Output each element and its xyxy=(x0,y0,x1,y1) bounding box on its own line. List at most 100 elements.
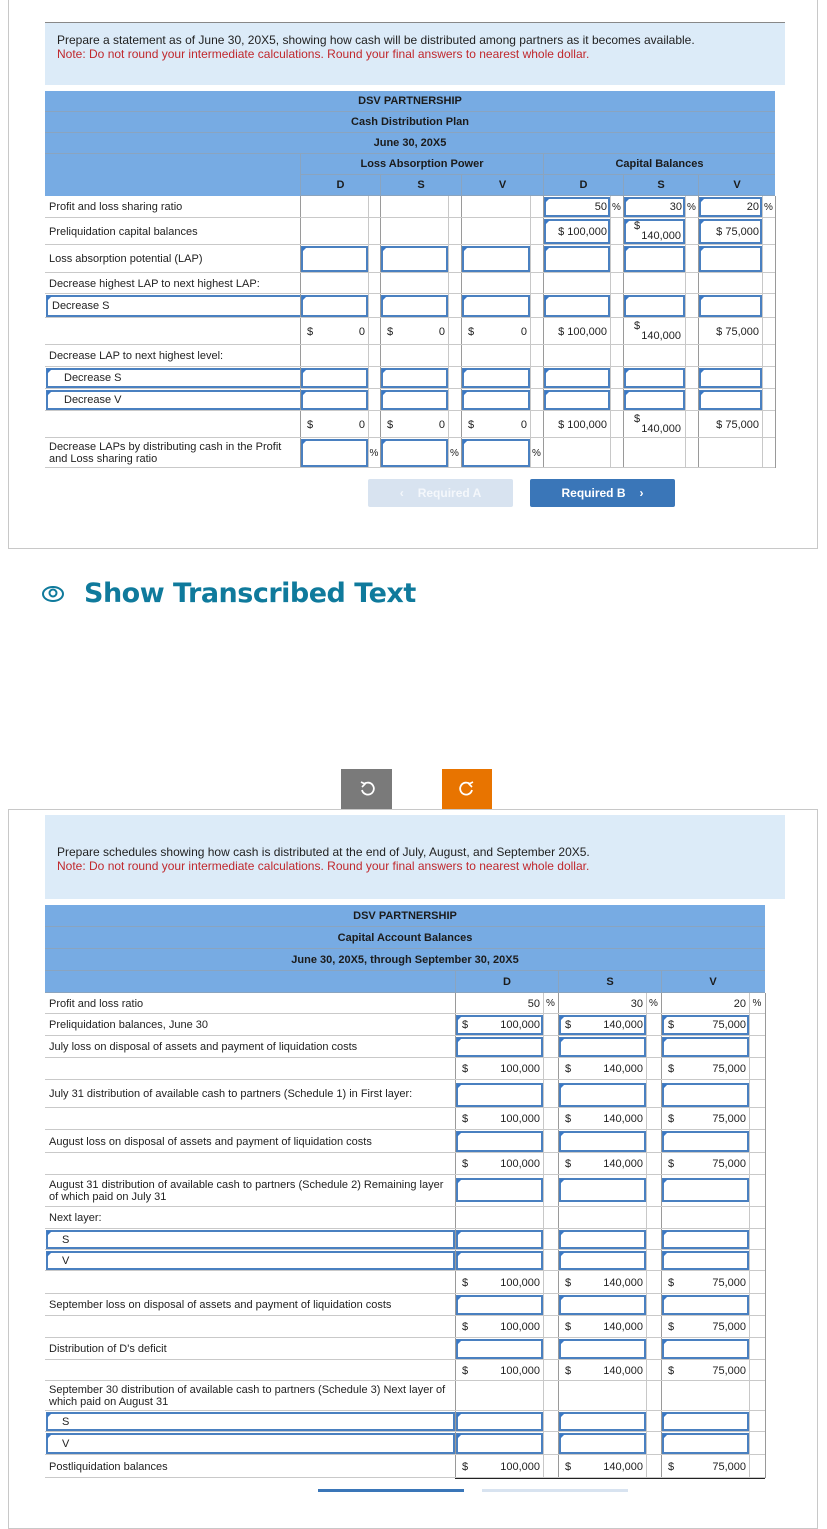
row-label-select[interactable]: Decrease S xyxy=(46,368,300,388)
amount-input[interactable] xyxy=(544,295,610,317)
amount-text: 20 xyxy=(746,201,759,213)
amount-input[interactable] xyxy=(456,1251,543,1270)
amount-input[interactable] xyxy=(699,295,762,317)
redo-button[interactable] xyxy=(442,769,492,809)
currency-symbol: $ xyxy=(462,1321,469,1333)
undo-button[interactable] xyxy=(341,769,392,809)
amount-value: $100,000 xyxy=(456,1058,543,1080)
amount-input[interactable] xyxy=(559,1339,646,1359)
required-b-button[interactable]: Required B › xyxy=(530,479,675,507)
amount-input[interactable] xyxy=(662,1251,749,1270)
amount-value: $100,000 xyxy=(456,1108,543,1130)
amount-input[interactable] xyxy=(559,1433,646,1454)
scroll-indicator[interactable] xyxy=(482,1489,628,1492)
row-label xyxy=(45,1108,455,1130)
amount-input[interactable] xyxy=(559,1131,646,1152)
amount-value: $100,000 xyxy=(456,1360,543,1381)
amount-input[interactable] xyxy=(699,368,762,388)
amount-input[interactable] xyxy=(662,1433,749,1454)
show-transcribed-text-link[interactable]: Show Transcribed Text xyxy=(40,578,416,609)
row-label-select[interactable]: Decrease V xyxy=(46,390,300,410)
amount-value: $75,000 xyxy=(662,1108,749,1130)
amount-input[interactable] xyxy=(301,295,368,317)
amount-input[interactable] xyxy=(624,390,685,410)
amount-text: 140,000 xyxy=(641,230,681,242)
amount-input[interactable] xyxy=(559,1178,646,1202)
amount-input[interactable] xyxy=(662,1037,749,1057)
amount-value: $140,000 xyxy=(559,1360,646,1381)
amount-input[interactable] xyxy=(301,390,368,410)
amount-input[interactable] xyxy=(381,295,448,317)
amount-input[interactable] xyxy=(624,246,685,272)
amount-input[interactable] xyxy=(301,439,368,467)
row-label-select[interactable]: V xyxy=(46,1251,455,1270)
amount-input[interactable] xyxy=(381,439,448,467)
amount-input[interactable] xyxy=(559,1037,646,1057)
amount-input[interactable] xyxy=(456,1037,543,1057)
row-label: September 30 distribution of available c… xyxy=(49,1384,446,1408)
amount-input[interactable] xyxy=(462,390,530,410)
column-header-v: V xyxy=(661,971,764,993)
amount-text: 75,000 xyxy=(712,1321,746,1333)
amount-input[interactable] xyxy=(544,246,610,272)
amount-input[interactable] xyxy=(624,295,685,317)
amount-input[interactable] xyxy=(456,1433,543,1454)
amount-text: 75,000 xyxy=(712,1460,746,1473)
currency-symbol: $ xyxy=(565,1158,572,1170)
amount-input[interactable] xyxy=(456,1339,543,1359)
row-label-select[interactable]: V xyxy=(46,1433,455,1454)
amount-input[interactable] xyxy=(624,368,685,388)
amount-input[interactable] xyxy=(699,246,762,272)
amount-text: 140,000 xyxy=(603,1158,643,1170)
row-label-select[interactable]: Decrease S xyxy=(46,295,300,317)
amount-input[interactable] xyxy=(301,368,368,388)
amount-text: 100,000 xyxy=(500,1158,540,1170)
amount-input[interactable] xyxy=(662,1412,749,1431)
column-header-s: S xyxy=(623,175,698,196)
amount-input[interactable] xyxy=(559,1083,646,1107)
amount-input[interactable] xyxy=(699,390,762,410)
amount-input[interactable] xyxy=(456,1083,543,1107)
amount-input[interactable] xyxy=(559,1412,646,1431)
amount-input[interactable] xyxy=(662,1178,749,1202)
amount-input[interactable] xyxy=(559,1295,646,1315)
amount-value: $ 75,000 xyxy=(699,318,762,345)
amount-input[interactable] xyxy=(662,1339,749,1359)
amount-text: $ 75,000 xyxy=(716,325,759,338)
amount-input[interactable] xyxy=(381,368,448,388)
currency-symbol: $ xyxy=(668,1063,675,1075)
amount-value: $100,000 xyxy=(456,1153,543,1175)
amount-input[interactable] xyxy=(456,1230,543,1249)
amount-input[interactable] xyxy=(456,1412,543,1431)
amount-input[interactable] xyxy=(559,1251,646,1270)
row-label xyxy=(45,1058,455,1080)
required-a-button[interactable]: ‹ Required A xyxy=(368,479,513,507)
amount-input[interactable] xyxy=(381,246,448,272)
amount-input[interactable] xyxy=(462,295,530,317)
currency-symbol: $ xyxy=(387,325,394,338)
amount-input[interactable] xyxy=(544,390,610,410)
amount-input[interactable] xyxy=(456,1295,543,1315)
amount-input[interactable] xyxy=(301,246,368,272)
amount-input[interactable] xyxy=(662,1230,749,1249)
amount-input[interactable] xyxy=(381,390,448,410)
amount-value: $75,000 xyxy=(662,1058,749,1080)
amount-value: $ 75,000 xyxy=(699,411,762,438)
amount-value: $100,000 xyxy=(456,1455,543,1478)
amount-input[interactable] xyxy=(456,1178,543,1202)
amount-input[interactable] xyxy=(456,1131,543,1152)
amount-input[interactable] xyxy=(544,368,610,388)
group-header-lap: Loss Absorption Power xyxy=(300,154,543,175)
row-label-select[interactable]: S xyxy=(46,1412,455,1431)
amount-input[interactable] xyxy=(462,368,530,388)
row-label-select[interactable]: S xyxy=(46,1230,455,1249)
amount-input[interactable] xyxy=(462,439,530,467)
amount-input[interactable] xyxy=(559,1230,646,1249)
amount-text: 0 xyxy=(358,325,365,338)
amount-input[interactable] xyxy=(662,1083,749,1107)
scroll-indicator-active[interactable] xyxy=(318,1489,464,1492)
amount-input[interactable] xyxy=(462,246,530,272)
amount-input[interactable] xyxy=(662,1295,749,1315)
required-b-label: Required B xyxy=(561,486,626,500)
amount-input[interactable] xyxy=(662,1131,749,1152)
